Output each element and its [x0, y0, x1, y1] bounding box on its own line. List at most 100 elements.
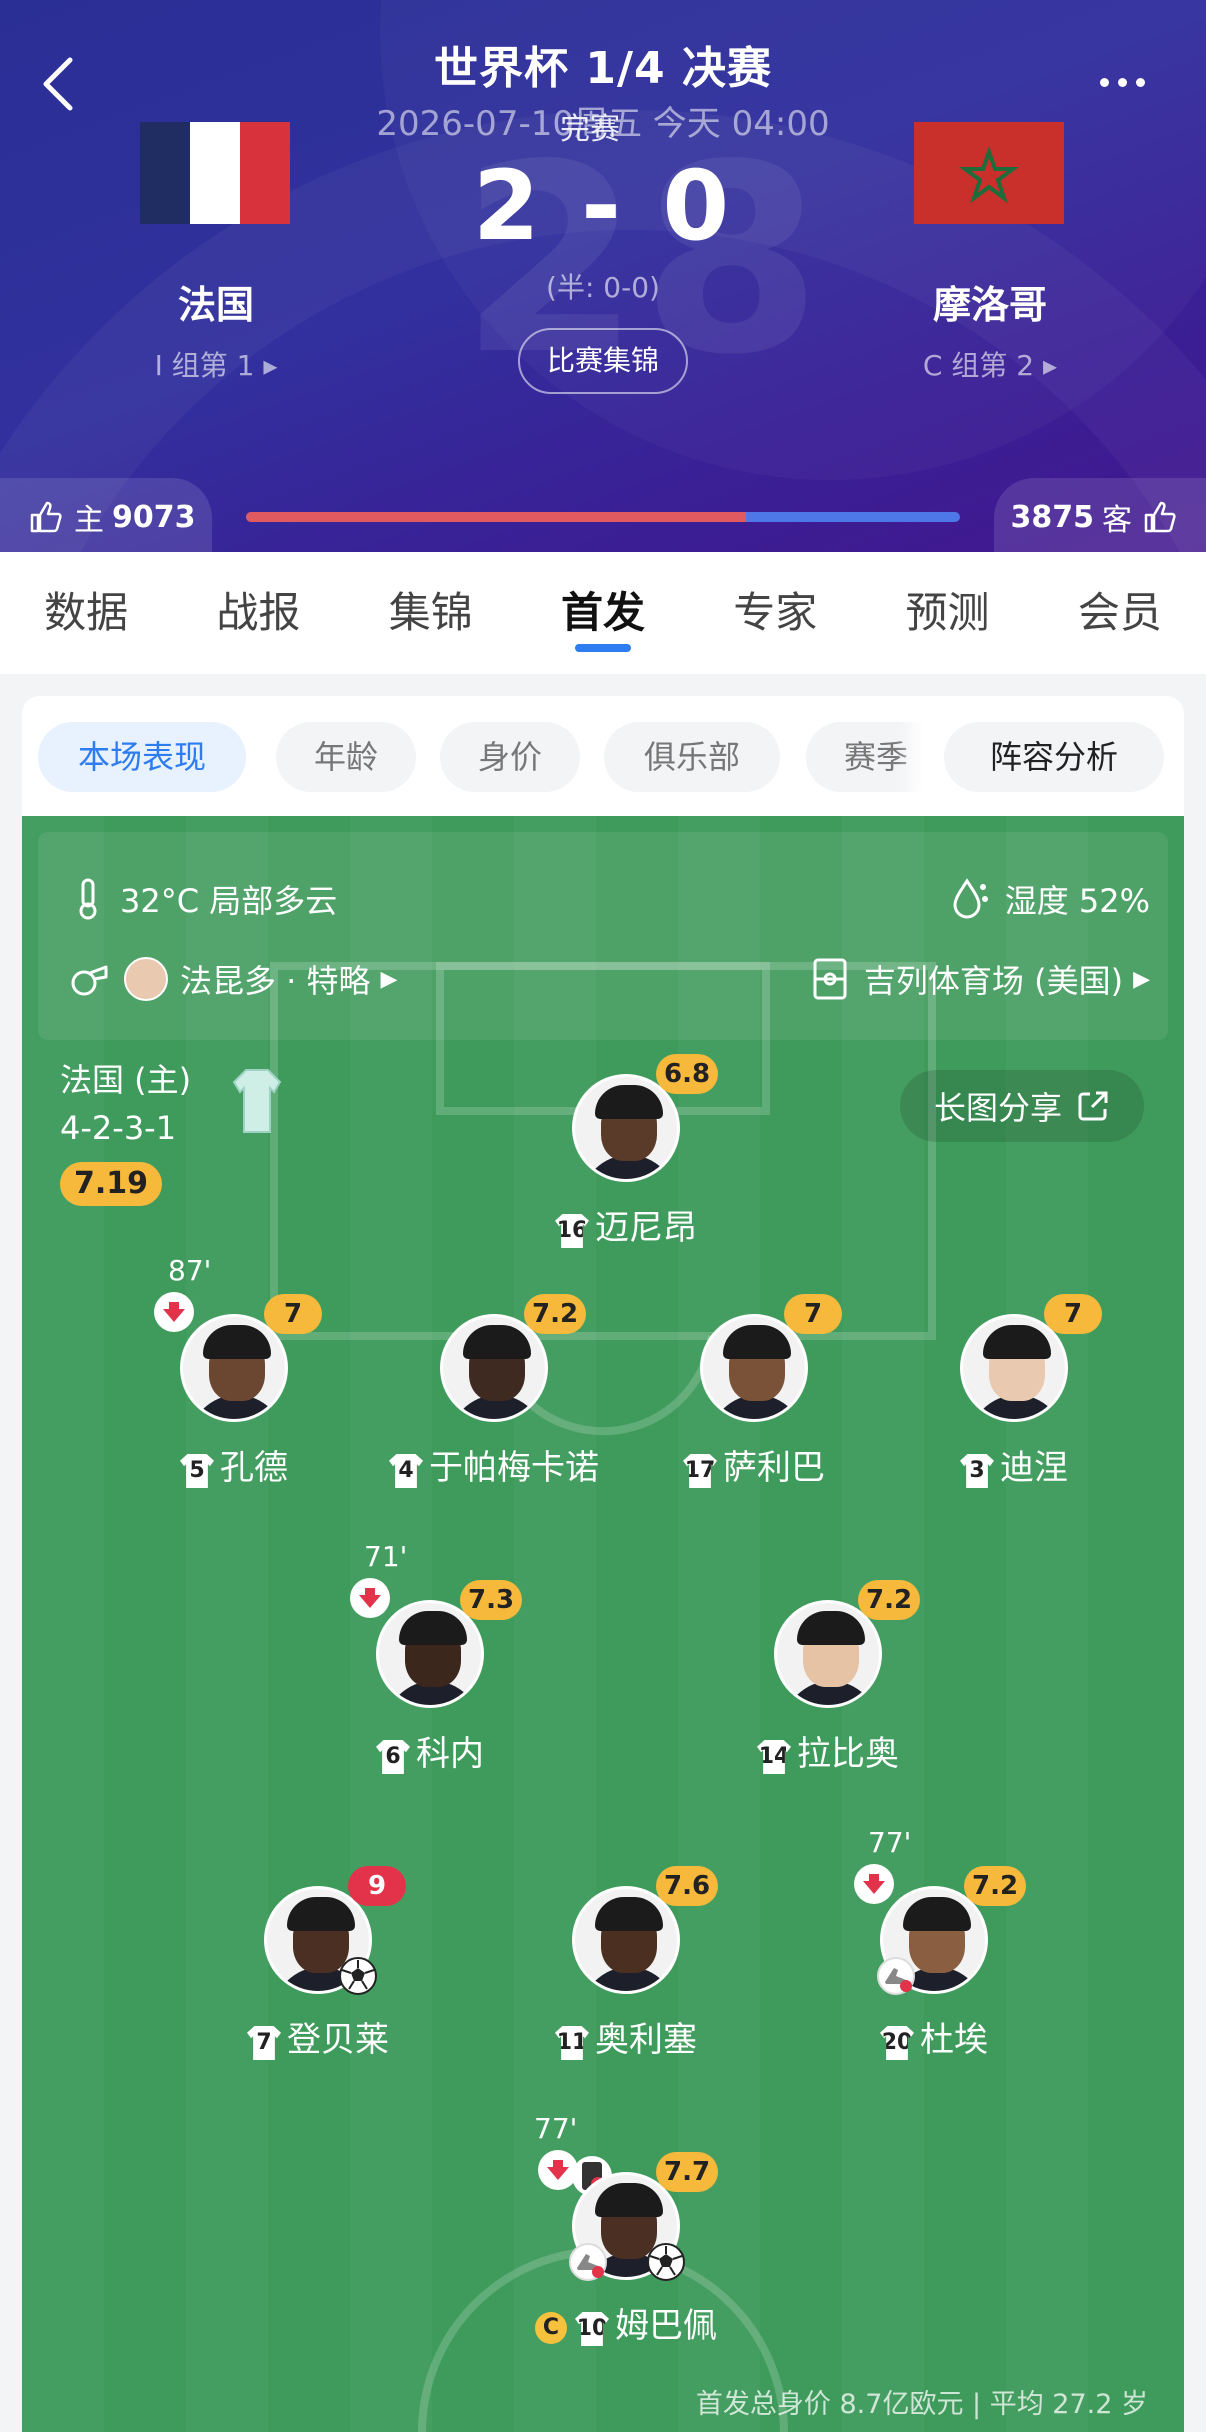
home-vote-fill [246, 512, 746, 522]
referee-info[interactable]: 法昆多 · 特略 ▶ [70, 956, 397, 1002]
player-card[interactable]: 7 3 迪涅 [884, 1294, 1144, 1514]
shirt-number: 3 [960, 1454, 994, 1488]
substitution-time: 71' [364, 1540, 408, 1573]
lineup-analysis-button[interactable]: 阵容分析 [944, 722, 1164, 792]
player-rating: 7.3 [460, 1580, 523, 1620]
goal-ball-icon [647, 2243, 685, 2281]
shirt-number: 5 [180, 1454, 214, 1488]
shirt-number: 20 [880, 2026, 914, 2060]
share-icon [1078, 1091, 1108, 1121]
player-card[interactable]: 6.8 16 迈尼昂 [496, 1054, 756, 1274]
shirt-number: 4 [389, 1454, 423, 1488]
chip-value[interactable]: 身价 [440, 722, 580, 792]
player-card[interactable]: 7.6 11 奥利塞 [496, 1866, 756, 2086]
player-name: 科内 [416, 1734, 484, 1774]
pitch: 32°C 局部多云 湿度 52% 法昆多 · 特略 ▶ 吉列体育场 (美国) ▶… [22, 816, 1184, 2432]
thumbs-up-icon [1144, 501, 1176, 533]
player-rating: 7.2 [964, 1866, 1027, 1906]
thermometer-icon [79, 878, 97, 920]
stadium-name: 吉列体育场 (美国) [863, 962, 1124, 1000]
player-rating: 7 [264, 1294, 322, 1334]
chip-age[interactable]: 年龄 [276, 722, 416, 792]
player-rating: 7.2 [858, 1580, 921, 1620]
player-name: 于帕梅卡诺 [429, 1448, 599, 1488]
shirt-number: 10 [575, 2312, 609, 2346]
sub-off-icon [854, 1864, 894, 1904]
support-vote-bar: 主 9073 3875 客 [0, 478, 1206, 552]
away-team-rank[interactable]: C 组第 2 ▸ [840, 344, 1140, 384]
player-name: 奥利塞 [595, 2020, 697, 2060]
player-name-label: 3 迪涅 [884, 1440, 1144, 1489]
shirt-number: 7 [247, 2026, 281, 2060]
chip-club[interactable]: 俱乐部 [604, 722, 780, 792]
referee-name: 法昆多 · 特略 [180, 962, 371, 1000]
player-card[interactable]: 77' 7.2 20 杜埃 [804, 1826, 1064, 2086]
player-name-label: 5 孔德 [104, 1440, 364, 1489]
highlights-button[interactable]: 比赛集锦 [518, 328, 688, 394]
player-rating: 6.8 [656, 1054, 719, 1094]
substitution-time: 77' [534, 2112, 578, 2145]
goal-ball-icon [339, 1957, 377, 1995]
lineup-value-summary: 首发总身价 8.7亿欧元 | 平均 27.2 岁 [695, 2389, 1148, 2420]
tab-member[interactable]: 会员 [1034, 552, 1206, 674]
match-tabs: 数据 战报 集锦 首发 专家 预测 会员 [0, 552, 1206, 674]
assist-boot-icon [877, 1957, 915, 1995]
player-rating: 7.7 [656, 2152, 719, 2192]
home-team-name[interactable]: 法国 [66, 274, 366, 329]
team-rating: 7.19 [60, 1162, 163, 1206]
home-vote-button[interactable]: 主 9073 [0, 478, 212, 552]
chevron-right-icon: ▶ [1133, 966, 1150, 992]
player-name: 登贝莱 [287, 2020, 389, 2060]
shirt-number: 11 [555, 2026, 589, 2060]
weather-info: 32°C 局部多云 [72, 876, 337, 922]
player-card[interactable]: 7.2 14 拉比奥 [698, 1580, 958, 1800]
stadium-info[interactable]: 吉列体育场 (美国) ▶ [812, 956, 1150, 1002]
match-status: 完赛 [560, 112, 620, 147]
whistle-icon [71, 965, 108, 996]
player-name: 拉比奥 [797, 1734, 899, 1774]
formation: 4-2-3-1 [60, 1109, 177, 1147]
tab-lineup[interactable]: 首发 [517, 552, 689, 674]
player-card[interactable]: 7.2 4 于帕梅卡诺 [364, 1294, 624, 1514]
tab-highlights[interactable]: 集锦 [345, 552, 517, 674]
match-header: 28 世界杯 1/4 决赛 2026-07-10周五 今天 04:00 完赛 2… [0, 0, 1206, 552]
player-name: 迈尼昂 [595, 1208, 697, 1248]
player-card[interactable]: 9 7 登贝莱 [188, 1866, 448, 2086]
away-vote-label: 客 [1102, 503, 1132, 538]
tab-report[interactable]: 战报 [172, 552, 344, 674]
player-name: 姆巴佩 [615, 2306, 717, 2346]
share-long-image-button[interactable]: 长图分享 [900, 1070, 1144, 1142]
player-card[interactable]: 77' 7.7 C 10 姆巴佩 [496, 2112, 756, 2372]
tab-prediction[interactable]: 预测 [861, 552, 1033, 674]
away-vote-button[interactable]: 3875 客 [994, 478, 1206, 552]
substitution-time: 77' [868, 1826, 912, 1859]
match-conditions: 32°C 局部多云 湿度 52% 法昆多 · 特略 ▶ 吉列体育场 (美国) ▶ [38, 832, 1168, 1040]
player-rating: 7 [784, 1294, 842, 1334]
chip-performance[interactable]: 本场表现 [38, 722, 246, 792]
player-name-label: 16 迈尼昂 [496, 1200, 756, 1249]
player-name-label: C 10 姆巴佩 [496, 2298, 756, 2347]
humidity-icon [953, 878, 988, 919]
player-rating: 7.6 [656, 1866, 719, 1906]
shirt-number: 6 [376, 1740, 410, 1774]
shirt-number: 16 [555, 1214, 589, 1248]
away-vote-count: 3875 [1010, 499, 1095, 535]
more-icon[interactable] [1100, 72, 1160, 92]
home-team-rank[interactable]: I 组第 1 ▸ [66, 344, 366, 384]
player-card[interactable]: 71' 7.3 6 科内 [300, 1540, 560, 1800]
player-card[interactable]: 7 17 萨利巴 [624, 1294, 884, 1514]
player-name-label: 4 于帕梅卡诺 [364, 1440, 624, 1489]
team-jersey-icon [232, 1069, 282, 1133]
match-title: 世界杯 1/4 决赛 [434, 43, 772, 94]
tab-expert[interactable]: 专家 [689, 552, 861, 674]
player-rating: 7.2 [524, 1294, 587, 1334]
share-label: 长图分享 [933, 1089, 1062, 1127]
referee-avatar [124, 957, 168, 1001]
away-team-name[interactable]: 摩洛哥 [840, 274, 1140, 329]
player-card[interactable]: 87' 7 5 孔德 [104, 1254, 364, 1514]
thumbs-up-icon [30, 501, 62, 533]
chevron-right-icon: ▶ [380, 966, 398, 992]
humidity-text: 湿度 52% [1004, 882, 1150, 920]
substitution-time: 87' [168, 1254, 212, 1287]
tab-data[interactable]: 数据 [0, 552, 172, 674]
